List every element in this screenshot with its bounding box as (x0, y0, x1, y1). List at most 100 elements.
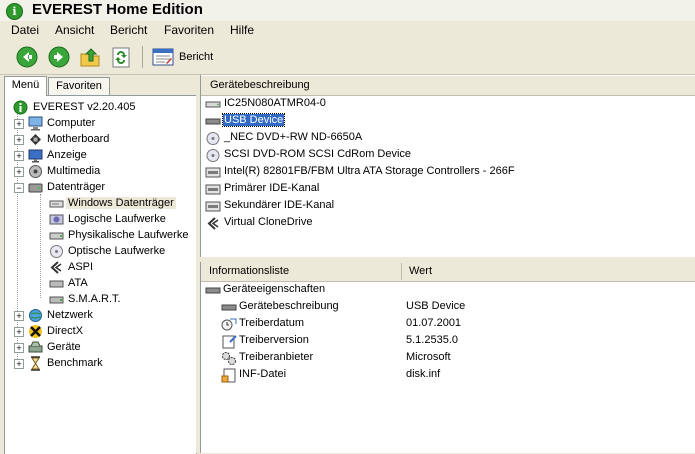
device-list-header[interactable]: Gerätebeschreibung (201, 76, 695, 96)
display-icon (28, 148, 43, 163)
refresh-icon (112, 47, 130, 68)
report-icon (152, 48, 174, 66)
toolbar: Bericht (0, 40, 695, 75)
controller-icon (205, 165, 221, 180)
tree-item-label: Windows Datenträger (66, 197, 176, 209)
back-arrow-icon (16, 46, 38, 68)
everest-root-icon (13, 100, 28, 115)
computer-icon (28, 116, 43, 131)
tree-item-label: DirectX (47, 325, 84, 337)
usb-disk-icon (205, 283, 221, 298)
info-row[interactable]: Treiberversion 5.1.2535.0 (221, 333, 691, 350)
tree-item-label: Multimedia (47, 165, 101, 177)
hard-disk-icon (205, 97, 221, 112)
info-value: 01.07.2001 (406, 317, 462, 329)
info-row[interactable]: Treiberanbieter Microsoft (221, 350, 691, 367)
device-item-label: Primärer IDE-Kanal (224, 182, 320, 194)
smart-icon (49, 292, 64, 307)
info-field: Treiberversion (239, 334, 309, 346)
info-row[interactable]: Gerätebeschreibung USB Device (221, 299, 691, 316)
cd-drive-icon (205, 148, 221, 163)
menu-ansicht[interactable]: Ansicht (55, 23, 94, 37)
col-wert[interactable]: Wert (409, 265, 432, 277)
info-value: disk.inf (406, 368, 441, 380)
expand-icon[interactable]: + (14, 359, 24, 369)
ide-channel-icon (205, 182, 221, 197)
info-group[interactable]: Geräteeigenschaften (205, 282, 685, 299)
col-informationsliste[interactable]: Informationsliste (209, 265, 289, 277)
folder-up-icon (80, 48, 100, 67)
tree-root-label: EVEREST v2.20.405 (33, 101, 136, 113)
expand-icon[interactable]: + (14, 311, 24, 321)
tree-item-label: Datenträger (47, 181, 106, 193)
expand-icon[interactable]: + (14, 343, 24, 353)
tree-item-label: Benchmark (47, 357, 103, 369)
tree-item-label: Anzeige (47, 149, 87, 161)
device-item-label: Sekundärer IDE-Kanal (224, 199, 335, 211)
device-item-label: IC25N080ATMR04-0 (224, 97, 326, 109)
device-desc-icon (221, 300, 237, 315)
info-group-label: Geräteeigenschaften (223, 283, 326, 295)
drive-icon (49, 196, 64, 211)
expand-icon[interactable]: + (14, 327, 24, 337)
driver-date-icon (221, 317, 237, 332)
tab-menu[interactable]: Menü (4, 76, 47, 96)
usb-disk-icon (205, 114, 221, 129)
device-item-label: Intel(R) 82801FB/FBM Ultra ATA Storage C… (224, 165, 515, 177)
device-item-label: Virtual CloneDrive (224, 216, 313, 228)
info-row[interactable]: INF-Datei disk.inf (221, 367, 691, 384)
expand-icon[interactable]: + (14, 151, 24, 161)
tab-favoriten[interactable]: Favoriten (48, 77, 110, 95)
tree-item-label: Optische Laufwerke (68, 245, 166, 257)
tree-item-label: Logische Laufwerke (68, 213, 166, 225)
scsi-adapter-icon (205, 216, 221, 231)
driver-vendor-icon (221, 351, 237, 366)
inf-file-icon (221, 368, 237, 383)
info-list-header: Informationsliste Wert (201, 262, 695, 282)
expand-icon[interactable]: + (14, 135, 24, 145)
refresh-button[interactable] (110, 46, 132, 68)
forward-button[interactable] (48, 46, 70, 68)
menu-bar: Datei Ansicht Bericht Favoriten Hilfe (0, 21, 695, 40)
driver-version-icon (221, 334, 237, 349)
expand-icon[interactable]: + (14, 167, 24, 177)
device-item-label: SCSI DVD-ROM SCSI CdRom Device (224, 148, 412, 160)
info-field: Treiberdatum (239, 317, 305, 329)
expand-icon[interactable]: + (14, 119, 24, 129)
tree-item-label: Netzwerk (47, 309, 93, 321)
tree-item-label: Geräte (47, 341, 81, 353)
window-title: EVEREST Home Edition (32, 1, 203, 18)
forward-arrow-icon (48, 46, 70, 68)
hourglass-icon (28, 356, 43, 371)
menu-bericht[interactable]: Bericht (110, 23, 147, 37)
up-button[interactable] (79, 46, 101, 68)
collapse-icon[interactable]: − (14, 183, 24, 193)
multimedia-icon (28, 164, 43, 179)
info-value: USB Device (406, 300, 466, 312)
tree-item-label: ASPI (68, 261, 94, 273)
device-item-label: _NEC DVD+-RW ND-6650A (224, 131, 363, 143)
menu-hilfe[interactable]: Hilfe (230, 23, 254, 37)
info-field: Gerätebeschreibung (239, 300, 339, 312)
info-row[interactable]: Treiberdatum 01.07.2001 (221, 316, 691, 333)
network-icon (28, 308, 43, 323)
tree-item-label: ATA (68, 277, 88, 289)
optical-drive-icon (49, 244, 64, 259)
tree-item-label: Motherboard (47, 133, 110, 145)
column-divider[interactable] (401, 263, 402, 280)
info-field: Treiberanbieter (239, 351, 314, 363)
tree-item-label: Physikalische Laufwerke (68, 229, 189, 241)
info-value: 5.1.2535.0 (406, 334, 458, 346)
device-item-label: USB Device (221, 113, 286, 127)
navigation-tree: EVEREST v2.20.405 + Computer + Motherboa… (4, 95, 197, 454)
ata-icon (49, 276, 64, 291)
ide-channel-icon (205, 199, 221, 214)
directx-icon (28, 324, 43, 339)
back-button[interactable] (16, 46, 38, 68)
tree-item-label: Computer (47, 117, 96, 129)
title-bar: i EVEREST Home Edition (0, 0, 695, 22)
everest-logo-icon: i (6, 3, 23, 20)
menu-favoriten[interactable]: Favoriten (164, 23, 214, 37)
menu-datei[interactable]: Datei (11, 23, 39, 37)
toolbar-separator (142, 46, 143, 68)
